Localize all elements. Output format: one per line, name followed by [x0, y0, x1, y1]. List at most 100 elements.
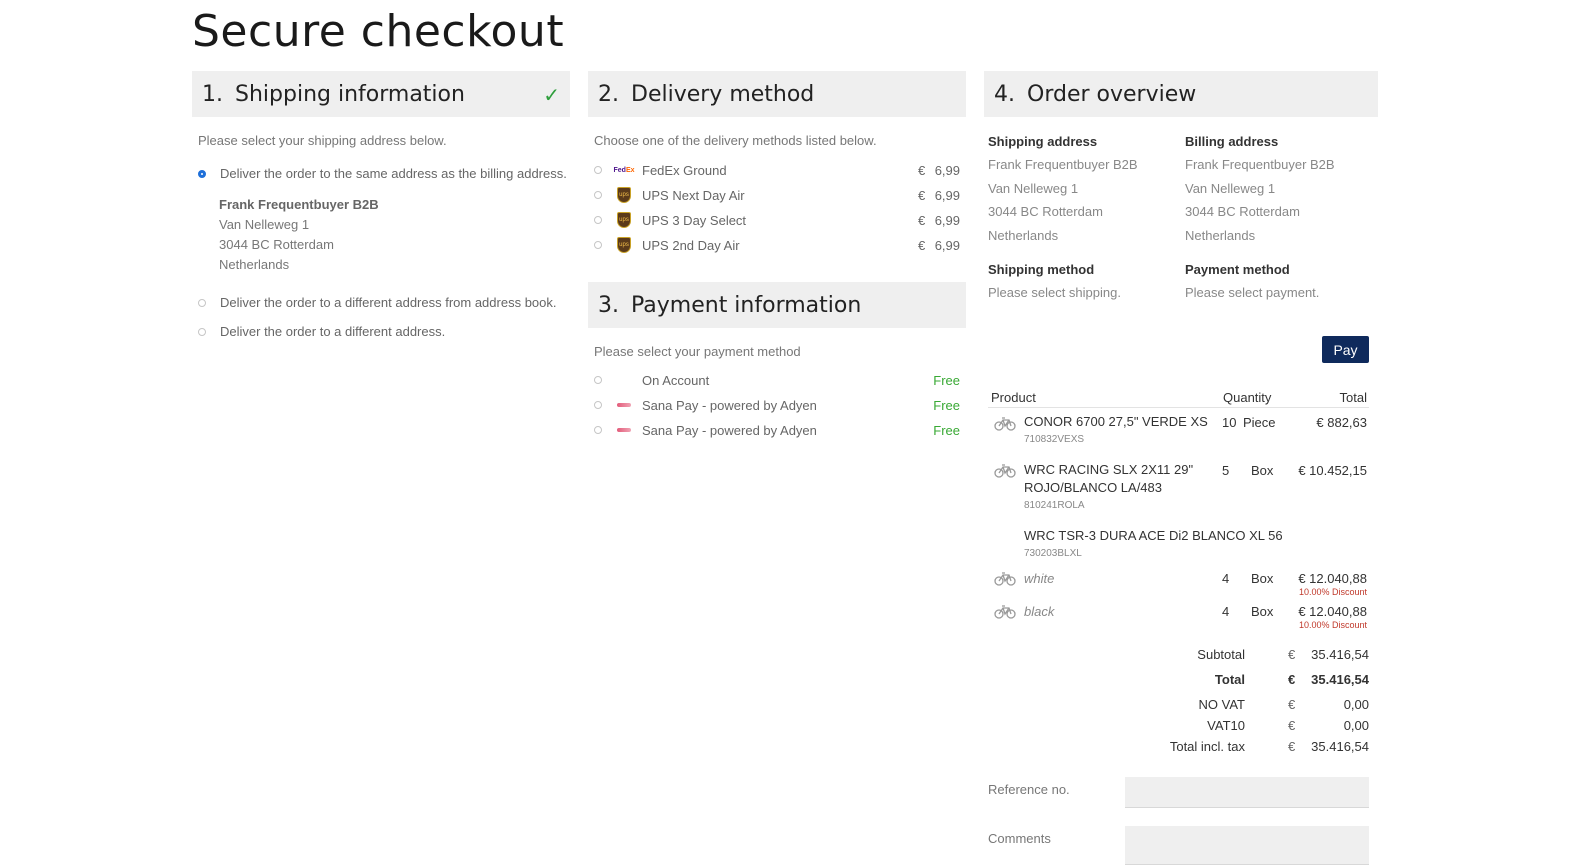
delivery-option-ups-3-day[interactable]: ups UPS 3 Day Select € 6,99	[594, 210, 960, 230]
line-unit: Piece	[1243, 415, 1276, 430]
address-city: 3044 BC Rotterdam	[219, 237, 334, 252]
no-vat-currency: €	[1288, 697, 1296, 712]
discount-label: 10.00% Discount	[1298, 620, 1367, 630]
payment-step-header[interactable]: 3. Payment information	[588, 282, 966, 328]
shipping-method-value: Please select shipping.	[988, 285, 1121, 300]
column-header-quantity: Quantity	[1223, 390, 1272, 405]
shipping-option-different-address[interactable]: Deliver the order to a different address…	[198, 324, 445, 339]
delivery-option-ups-next-day[interactable]: ups UPS Next Day Air € 6,99	[594, 185, 960, 205]
bicycle-icon	[994, 572, 1016, 586]
overview-billing-address: Frank Frequentbuyer B2B Van Nelleweg 1 3…	[1185, 157, 1335, 243]
no-vat-value: 0,00	[1343, 697, 1369, 712]
overview-section: 4. Order overview	[984, 71, 1378, 117]
radio[interactable]	[594, 166, 602, 174]
discount-label: 10.00% Discount	[1298, 587, 1367, 597]
subtotal-currency: €	[1288, 647, 1296, 662]
shipping-section: 1. Shipping information ✓ Please select …	[192, 71, 570, 371]
column-header-total: Total	[1339, 390, 1367, 405]
line-quantity: 5	[1222, 463, 1230, 478]
payment-option-sana-pay[interactable]: Sana Pay - powered by Adyen Free	[594, 420, 960, 440]
ups-logo-icon: ups	[614, 237, 634, 253]
column-header-product: Product	[991, 390, 1036, 405]
line-quantity: 10	[1222, 415, 1237, 430]
radio[interactable]	[594, 426, 602, 434]
step-number: 4.	[994, 81, 1015, 107]
product-name[interactable]: WRC TSR-3 DURA ACE Di2 BLANCO XL 56	[1024, 527, 1283, 545]
delivery-step-header[interactable]: 2. Delivery method	[588, 71, 966, 117]
address-country: Netherlands	[219, 257, 290, 272]
overview-step-header: 4. Order overview	[984, 71, 1378, 117]
subtotal-label: Subtotal	[1197, 647, 1245, 662]
payment-hint: Please select your payment method	[594, 344, 801, 359]
subtotal-value: 35.416,54	[1311, 647, 1369, 662]
bicycle-icon	[994, 464, 1016, 478]
step-title: Payment information	[631, 292, 862, 318]
product-code: 710832VEXS	[1024, 434, 1085, 445]
shipping-hint: Please select your shipping address belo…	[198, 133, 447, 148]
product-code: 810241ROLA	[1024, 500, 1085, 511]
reference-label: Reference no.	[988, 782, 1070, 797]
delivery-section: 2. Delivery method Choose one of the del…	[588, 71, 966, 451]
step-number: 3.	[598, 292, 619, 318]
line-total: € 12.040,88	[1298, 571, 1367, 586]
line-total: € 882,63	[1316, 415, 1367, 430]
total-value: 35.416,54	[1311, 672, 1369, 687]
shipping-address-block: Frank Frequentbuyer B2B Van Nelleweg 1 3…	[219, 195, 379, 275]
line-quantity: 4	[1222, 604, 1230, 619]
total-incl-tax-currency: €	[1288, 739, 1296, 754]
bicycle-icon	[994, 417, 1016, 431]
radio[interactable]	[594, 401, 602, 409]
no-vat-label: NO VAT	[1198, 697, 1245, 712]
checkmark-icon: ✓	[543, 83, 560, 107]
address-street: Van Nelleweg 1	[219, 217, 310, 232]
shipping-address-label: Shipping address	[988, 134, 1098, 149]
line-unit: Box	[1251, 604, 1274, 619]
vat10-label: VAT10	[1207, 718, 1245, 733]
radio-selected[interactable]	[198, 169, 206, 178]
delivery-option-ups-2nd-day[interactable]: ups UPS 2nd Day Air € 6,99	[594, 235, 960, 255]
radio[interactable]	[198, 327, 206, 336]
radio[interactable]	[198, 298, 206, 307]
bicycle-icon	[994, 605, 1016, 619]
comments-label: Comments	[988, 831, 1051, 846]
variant-name: white	[1024, 571, 1055, 586]
shipping-step-header[interactable]: 1. Shipping information ✓	[192, 71, 570, 117]
vat10-currency: €	[1288, 718, 1296, 733]
radio[interactable]	[594, 376, 602, 384]
line-total: € 10.452,15	[1298, 463, 1367, 478]
total-currency: €	[1288, 672, 1296, 687]
shipping-option-address-book[interactable]: Deliver the order to a different address…	[198, 295, 557, 310]
product-name[interactable]: WRC RACING SLX 2X11 29" ROJO/BLANCO LA/4…	[1024, 461, 1193, 497]
sana-pay-logo-icon	[614, 398, 634, 412]
step-number: 1.	[202, 81, 223, 107]
radio[interactable]	[594, 241, 602, 249]
overview-shipping-address: Frank Frequentbuyer B2B Van Nelleweg 1 3…	[988, 157, 1138, 243]
step-title: Delivery method	[631, 81, 815, 107]
ups-logo-icon: ups	[614, 212, 634, 228]
line-unit: Box	[1251, 463, 1274, 478]
payment-method-label: Payment method	[1185, 262, 1290, 277]
shipping-option-same-address[interactable]: Deliver the order to the same address as…	[198, 166, 567, 181]
reference-input[interactable]	[1125, 777, 1369, 808]
payment-option-sana-pay[interactable]: Sana Pay - powered by Adyen Free	[594, 395, 960, 415]
payment-option-on-account[interactable]: On Account Free	[594, 370, 960, 390]
comments-textarea[interactable]	[1125, 826, 1369, 865]
delivery-option-fedex-ground[interactable]: FedEx FedEx Ground € 6,99	[594, 160, 960, 180]
blank-logo-icon	[614, 373, 634, 387]
pay-button[interactable]: Pay	[1322, 336, 1369, 363]
product-name[interactable]: CONOR 6700 27,5" VERDE XS	[1024, 413, 1208, 431]
radio[interactable]	[594, 191, 602, 199]
address-name: Frank Frequentbuyer B2B	[219, 197, 379, 212]
product-code: 730203BLXL	[1024, 548, 1082, 559]
page-title: Secure checkout	[192, 6, 565, 57]
radio[interactable]	[594, 216, 602, 224]
line-quantity: 4	[1222, 571, 1230, 586]
line-total: € 12.040,88	[1298, 604, 1367, 619]
billing-address-label: Billing address	[1185, 134, 1279, 149]
vat10-value: 0,00	[1343, 718, 1369, 733]
delivery-hint: Choose one of the delivery methods liste…	[594, 133, 877, 148]
total-incl-tax-value: 35.416,54	[1311, 739, 1369, 754]
fedex-logo-icon: FedEx	[613, 166, 635, 174]
total-incl-tax-label: Total incl. tax	[1169, 739, 1245, 754]
line-unit: Box	[1251, 571, 1274, 586]
